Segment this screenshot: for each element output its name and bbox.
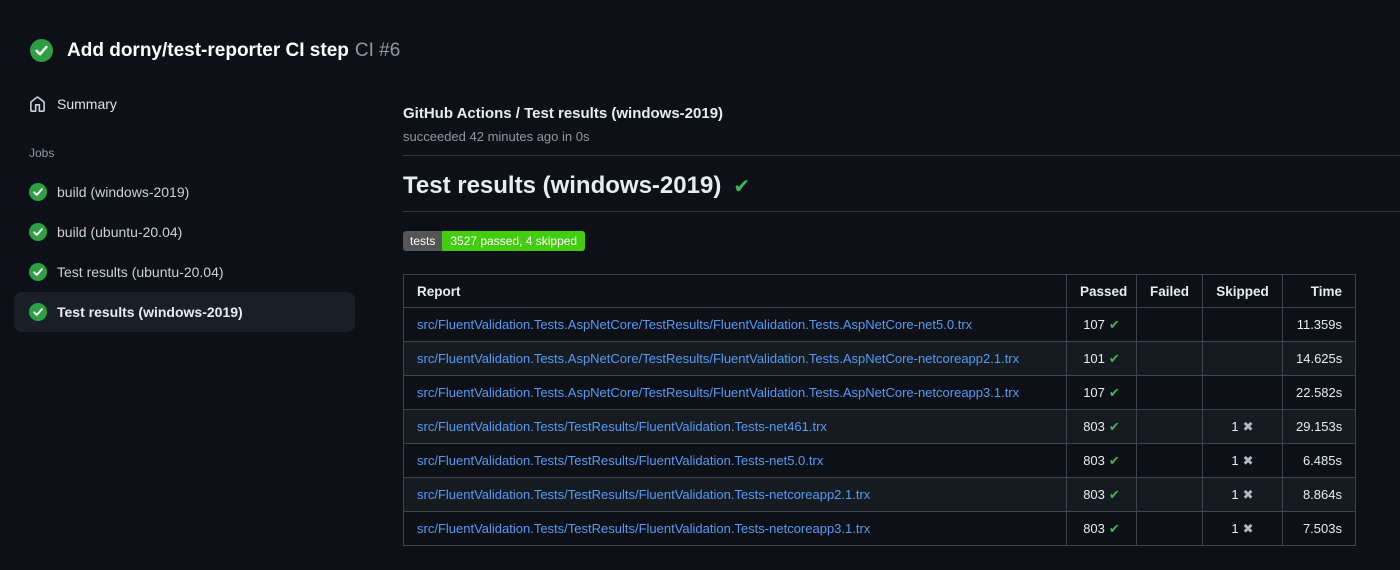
report-link[interactable]: src/FluentValidation.Tests.AspNetCore/Te… (417, 351, 1019, 366)
sidebar: Summary Jobs build (windows-2019) build … (0, 70, 403, 332)
time-value: 14.625s (1282, 341, 1356, 376)
job-label: build (ubuntu-20.04) (57, 224, 183, 240)
check-icon: ✔ (1108, 351, 1120, 367)
report-link[interactable]: src/FluentValidation.Tests/TestResults/F… (417, 487, 870, 502)
check-icon: ✔ (1108, 385, 1120, 401)
check-icon: ✔ (1108, 453, 1120, 469)
job-label: Test results (ubuntu-20.04) (57, 264, 224, 280)
table-row: src/FluentValidation.Tests/TestResults/F… (403, 511, 1356, 546)
report-link[interactable]: src/FluentValidation.Tests/TestResults/F… (417, 419, 827, 434)
skipped-count: 1 (1231, 520, 1239, 536)
column-header-passed: Passed (1066, 274, 1137, 308)
column-header-failed: Failed (1136, 274, 1203, 308)
job-list: build (windows-2019) build (ubuntu-20.04… (0, 172, 403, 332)
passed-count: 101 (1083, 350, 1105, 366)
check-icon: ✔ (1108, 521, 1120, 537)
check-circle-icon (29, 303, 47, 321)
check-icon: ✔ (1108, 487, 1120, 503)
passed-count: 803 (1083, 452, 1105, 468)
time-value: 29.153s (1282, 409, 1356, 444)
table-row: src/FluentValidation.Tests/TestResults/F… (403, 409, 1356, 444)
page-layout: Summary Jobs build (windows-2019) build … (0, 70, 1400, 546)
passed-count: 803 (1083, 520, 1105, 536)
check-circle-icon (29, 223, 47, 241)
table-row: src/FluentValidation.Tests.AspNetCore/Te… (403, 307, 1356, 342)
time-value: 6.485s (1282, 443, 1356, 478)
sidebar-item-job-build-ubuntu-2004[interactable]: build (ubuntu-20.04) (14, 212, 355, 252)
sidebar-item-summary[interactable]: Summary (14, 92, 403, 116)
skipped-count: 1 (1231, 418, 1239, 434)
time-value: 11.359s (1282, 307, 1356, 342)
check-circle-icon (29, 183, 47, 201)
sidebar-item-job-test-results-windows-2019[interactable]: Test results (windows-2019) (14, 292, 355, 332)
x-icon: ✖ (1242, 453, 1254, 469)
job-label: build (windows-2019) (57, 184, 190, 200)
skipped-count: 1 (1231, 486, 1239, 502)
divider (403, 155, 1400, 156)
main-content: GitHub Actions / Test results (windows-2… (403, 70, 1400, 546)
run-number: CI #6 (354, 39, 401, 61)
run-header: Add dorny/test-reporter CI step CI #6 (0, 0, 1400, 70)
section-heading-text: Test results (windows-2019) (403, 172, 722, 199)
table-row: src/FluentValidation.Tests.AspNetCore/Te… (403, 375, 1356, 410)
run-title-text: Add dorny/test-reporter CI step (67, 39, 349, 61)
check-icon: ✔ (1108, 419, 1120, 435)
sidebar-item-job-build-windows-2019[interactable]: build (windows-2019) (14, 172, 355, 212)
section-heading: Test results (windows-2019) ✔ (403, 170, 1400, 212)
jobs-section-label: Jobs (29, 146, 55, 160)
job-status-text: succeeded 42 minutes ago in 0s (403, 129, 590, 144)
summary-label: Summary (57, 96, 117, 112)
passed-count: 803 (1083, 486, 1105, 502)
table-header-row: Report Passed Failed Skipped Time (403, 274, 1356, 308)
table-row: src/FluentValidation.Tests.AspNetCore/Te… (403, 341, 1356, 376)
badge-label: tests (403, 231, 443, 251)
tests-badge: tests 3527 passed, 4 skipped (403, 231, 586, 251)
sidebar-item-job-test-results-ubuntu-2004[interactable]: Test results (ubuntu-20.04) (14, 252, 355, 292)
passed-count: 107 (1083, 384, 1105, 400)
check-icon: ✔ (733, 174, 751, 198)
check-circle-icon (29, 263, 47, 281)
job-title: GitHub Actions / Test results (windows-2… (403, 105, 724, 122)
x-icon: ✖ (1242, 419, 1254, 435)
report-link[interactable]: src/FluentValidation.Tests/TestResults/F… (417, 453, 823, 468)
time-value: 7.503s (1282, 511, 1356, 546)
report-link[interactable]: src/FluentValidation.Tests/TestResults/F… (417, 521, 870, 536)
badge-value: 3527 passed, 4 skipped (442, 231, 586, 251)
job-label: Test results (windows-2019) (57, 304, 243, 320)
time-value: 8.864s (1282, 477, 1356, 512)
skipped-count: 1 (1231, 452, 1239, 468)
table-row: src/FluentValidation.Tests/TestResults/F… (403, 477, 1356, 512)
passed-count: 803 (1083, 418, 1105, 434)
test-results-table: Report Passed Failed Skipped Time src/Fl… (403, 274, 1356, 546)
passed-count: 107 (1083, 316, 1105, 332)
x-icon: ✖ (1242, 521, 1254, 537)
time-value: 22.582s (1282, 375, 1356, 410)
column-header-report: Report (403, 274, 1067, 308)
column-header-skipped: Skipped (1202, 274, 1283, 308)
run-title: Add dorny/test-reporter CI step CI #6 (67, 40, 400, 62)
home-icon (30, 95, 45, 112)
x-icon: ✖ (1242, 487, 1254, 503)
check-circle-icon (30, 39, 53, 62)
report-link[interactable]: src/FluentValidation.Tests.AspNetCore/Te… (417, 385, 1019, 400)
report-link[interactable]: src/FluentValidation.Tests.AspNetCore/Te… (417, 317, 972, 332)
check-icon: ✔ (1108, 317, 1120, 333)
column-header-time: Time (1282, 274, 1356, 308)
table-row: src/FluentValidation.Tests/TestResults/F… (403, 443, 1356, 478)
